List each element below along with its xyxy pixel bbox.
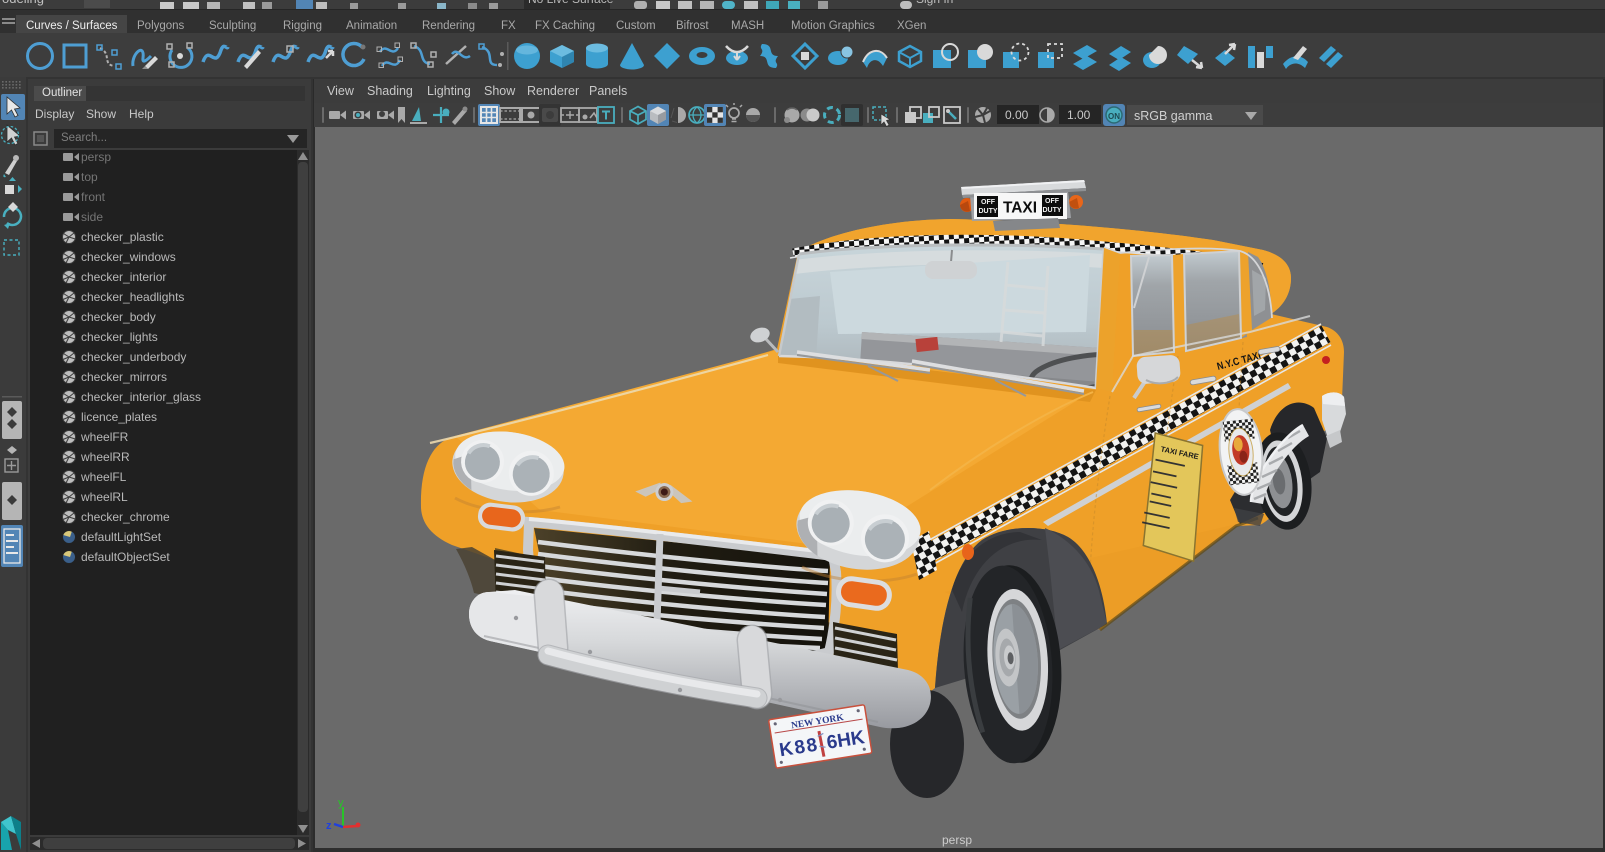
svg-text:sRGB gamma: sRGB gamma	[1134, 109, 1213, 123]
svg-text:checker_windows: checker_windows	[81, 250, 176, 264]
svg-text:wheelRL: wheelRL	[80, 490, 128, 504]
svg-text:1.00: 1.00	[1067, 108, 1091, 122]
svg-text:checker_interior: checker_interior	[81, 270, 166, 284]
svg-text:front: front	[81, 190, 106, 204]
svg-text:checker_chrome: checker_chrome	[81, 510, 170, 524]
svg-text:defaultObjectSet: defaultObjectSet	[81, 550, 170, 564]
svg-text:wheelFR: wheelFR	[80, 430, 129, 444]
svg-text:wheelFL: wheelFL	[80, 470, 127, 484]
svg-text:checker_body: checker_body	[81, 310, 156, 324]
svg-text:0.00: 0.00	[1005, 108, 1029, 122]
svg-text:checker_interior_glass: checker_interior_glass	[81, 390, 201, 404]
svg-text:side: side	[81, 210, 103, 224]
svg-text:licence_plates: licence_plates	[81, 410, 157, 424]
svg-text:OFF: OFF	[981, 199, 996, 206]
svg-text:checker_underbody: checker_underbody	[81, 350, 186, 364]
svg-text:wheelRR: wheelRR	[80, 450, 130, 464]
svg-text:TAXI: TAXI	[1003, 200, 1037, 217]
svg-text:DUTY: DUTY	[978, 208, 997, 215]
svg-text:checker_headlights: checker_headlights	[81, 290, 184, 304]
svg-text:persp: persp	[942, 833, 972, 847]
svg-text:y: y	[338, 797, 344, 809]
svg-text:defaultLightSet: defaultLightSet	[81, 530, 162, 544]
svg-text:z: z	[326, 820, 332, 832]
svg-text:checker_lights: checker_lights	[81, 330, 158, 344]
svg-text:DUTY: DUTY	[1042, 207, 1061, 214]
svg-text:top: top	[81, 170, 98, 184]
svg-text:persp: persp	[81, 150, 111, 164]
svg-text:ON: ON	[1108, 112, 1120, 121]
svg-text:OFF: OFF	[1045, 198, 1060, 205]
svg-text:checker_plastic: checker_plastic	[81, 230, 164, 244]
svg-text:checker_mirrors: checker_mirrors	[81, 370, 167, 384]
